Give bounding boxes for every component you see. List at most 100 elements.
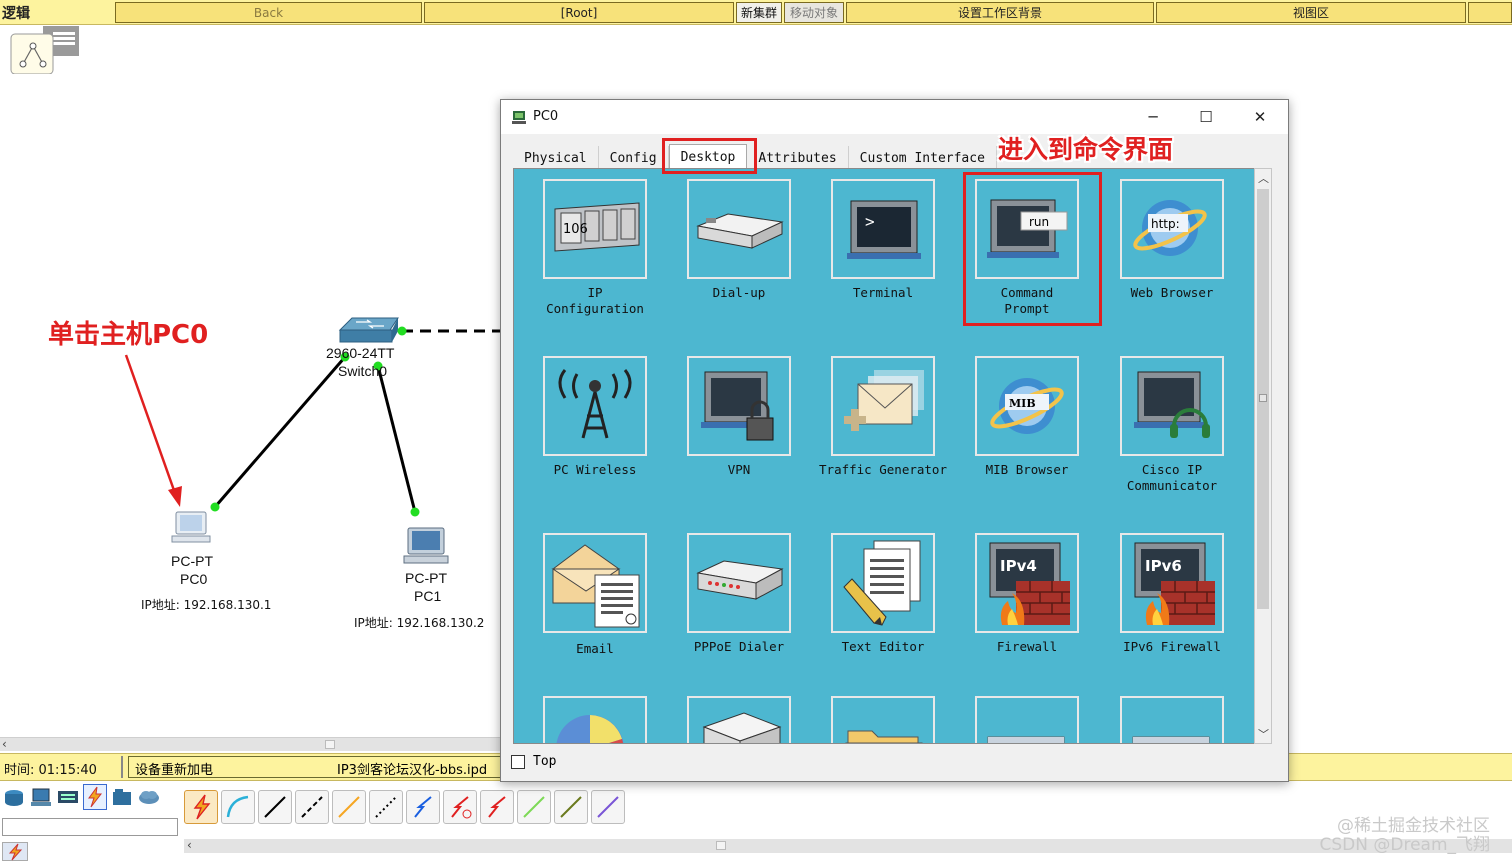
tab-config[interactable]: Config [598,146,669,170]
auto-connection-icon[interactable] [184,790,218,824]
canvas-horizontal-scrollbar[interactable]: ‹ [0,737,500,751]
cisco-ip-communicator-button[interactable] [1120,356,1224,456]
scroll-down-icon[interactable]: ﹀ [1258,726,1269,742]
cisco-ip-communicator-label: Cisco IP Communicator [1126,462,1218,493]
ip-config-icon: 106 [554,202,640,252]
pc1-name-label: PC1 [414,588,442,604]
always-on-top-checkbox[interactable] [511,754,525,769]
pppoe-dialer-icon [696,560,784,600]
pppoe-dialer-label: PPPoE Dialer [693,639,785,654]
desktop-vertical-scrollbar[interactable]: ︿ ﹀ [1254,168,1272,744]
tab-custom-interface[interactable]: Custom Interface [848,146,997,170]
iot-custom-cable-icon[interactable] [554,790,588,824]
ip-configuration-button[interactable]: 106 [543,179,647,279]
tab-desktop[interactable]: Desktop [668,144,748,170]
tab-attributes[interactable]: Attributes [747,146,849,170]
app-row4-folder-button[interactable] [831,696,935,743]
serial-dce-icon[interactable] [443,790,477,824]
octal-cable-icon[interactable] [517,790,551,824]
phone-cable-icon[interactable] [369,790,403,824]
cloud-window-icon [987,736,1065,743]
text-editor-icon [843,540,921,626]
new-cluster-button[interactable]: 新集群 [736,2,782,23]
move-object-button[interactable]: 移动对象 [784,2,844,23]
selected-connection-icon[interactable] [2,842,28,861]
traffic-generator-button[interactable] [831,356,935,456]
components-category-icon[interactable] [56,784,80,810]
scroll-thumb[interactable] [325,740,335,749]
routers-category-icon[interactable] [2,784,26,810]
link-light [397,326,407,336]
web-browser-button[interactable]: http: [1120,179,1224,279]
misc-category-icon[interactable] [110,784,134,810]
ipv6-firewall-button[interactable]: IPv6 [1120,533,1224,633]
viewport-button[interactable]: 视图区 [1156,2,1466,23]
terminal-label: Terminal [852,285,914,300]
dialup-button[interactable] [687,179,791,279]
console-cable-icon[interactable] [221,790,255,824]
device-panel-scrollbar[interactable]: ‹ [184,838,1512,853]
serial-dte-icon[interactable] [480,790,514,824]
cloud-window-2-icon [1132,736,1210,743]
pc0-icon [171,511,211,543]
minimize-icon[interactable]: ─ [1131,104,1175,130]
text-editor-button[interactable] [831,533,935,633]
scroll-left-icon[interactable]: ‹ [2,737,7,751]
power-cycle-button[interactable]: 设备重新加电 IP3剑客论坛汉化-bbs.ipd [128,756,503,778]
root-breadcrumb[interactable]: [Root] [424,2,734,23]
email-button[interactable] [543,533,647,633]
svg-text:>: > [865,212,875,231]
ipv6-firewall-icon: IPv6 [1134,542,1215,625]
annotation-enter-cmd: 进入到命令界面 [998,135,1174,164]
watermark-line-2: CSDN @Dream_飞翔 [1319,835,1490,855]
extra-toolbar-button[interactable] [1468,2,1512,23]
command-prompt-button[interactable]: run [975,179,1079,279]
app-row4-cloud-window-button[interactable] [975,696,1079,743]
usb-cable-icon[interactable] [591,790,625,824]
window-title-bar[interactable]: PC0 ─ ☐ ✕ [501,100,1288,134]
app-row4-box-button[interactable] [687,696,791,743]
web-browser-icon: http: [1133,200,1207,256]
pc1-ip-label: IP地址: 192.168.130.2 [354,616,485,630]
coaxial-icon[interactable] [406,790,440,824]
pc0-model-label: PC-PT [171,553,213,569]
svg-text:IPv6: IPv6 [1145,557,1182,575]
vpn-icon [701,371,774,441]
scroll-thumb[interactable] [716,841,726,850]
web-browser-label: Web Browser [1130,285,1214,300]
fiber-icon[interactable] [332,790,366,824]
tab-physical[interactable]: Physical [513,146,599,170]
back-button[interactable]: Back [115,2,422,23]
pc-wireless-button[interactable] [543,356,647,456]
close-icon[interactable]: ✕ [1238,104,1282,130]
pppoe-dialer-button[interactable] [687,533,791,633]
connections-category-icon[interactable] [83,784,107,810]
scroll-left-icon[interactable]: ‹ [187,838,192,852]
vpn-button[interactable] [687,356,791,456]
copper-straight-icon[interactable] [258,790,292,824]
mib-browser-button[interactable]: MIB [975,356,1079,456]
maximize-icon[interactable]: ☐ [1184,104,1228,130]
ipv6-firewall-label: IPv6 Firewall [1123,639,1221,654]
pc1-model-label: PC-PT [405,570,447,586]
pc0-config-window: PC0 ─ ☐ ✕ Physical Config Desktop Attrib… [500,99,1289,782]
link-pc0-switch [213,356,347,508]
traffic-generator-label: Traffic Generator [819,462,947,477]
copper-crossover-icon[interactable] [295,790,329,824]
terminal-button[interactable]: > [831,179,935,279]
scroll-up-icon[interactable]: ︿ [1258,170,1269,186]
traffic-generator-icon [844,370,924,431]
app-row4-pie-button[interactable] [543,696,647,743]
watermark: @稀土掘金技术社区 CSDN @Dream_飞翔 [1319,817,1490,855]
end-devices-category-icon[interactable] [29,784,53,810]
set-background-button[interactable]: 设置工作区背景 [846,2,1154,23]
desktop-app-grid: 106 IP Configuration Dial-up > Terminal r… [513,168,1263,744]
firewall-button[interactable]: IPv4 [975,533,1079,633]
device-filter-field[interactable] [2,818,178,836]
app-row4-cloud-window2-button[interactable] [1120,696,1224,743]
svg-text:IPv4: IPv4 [1000,557,1037,575]
logical-toolbar: 逻辑 Back [Root] 新集群 移动对象 设置工作区背景 视图区 [0,0,1512,25]
svg-text:106: 106 [563,222,588,237]
wan-emulation-category-icon[interactable] [137,784,161,810]
always-on-top-label: Top [533,754,557,769]
